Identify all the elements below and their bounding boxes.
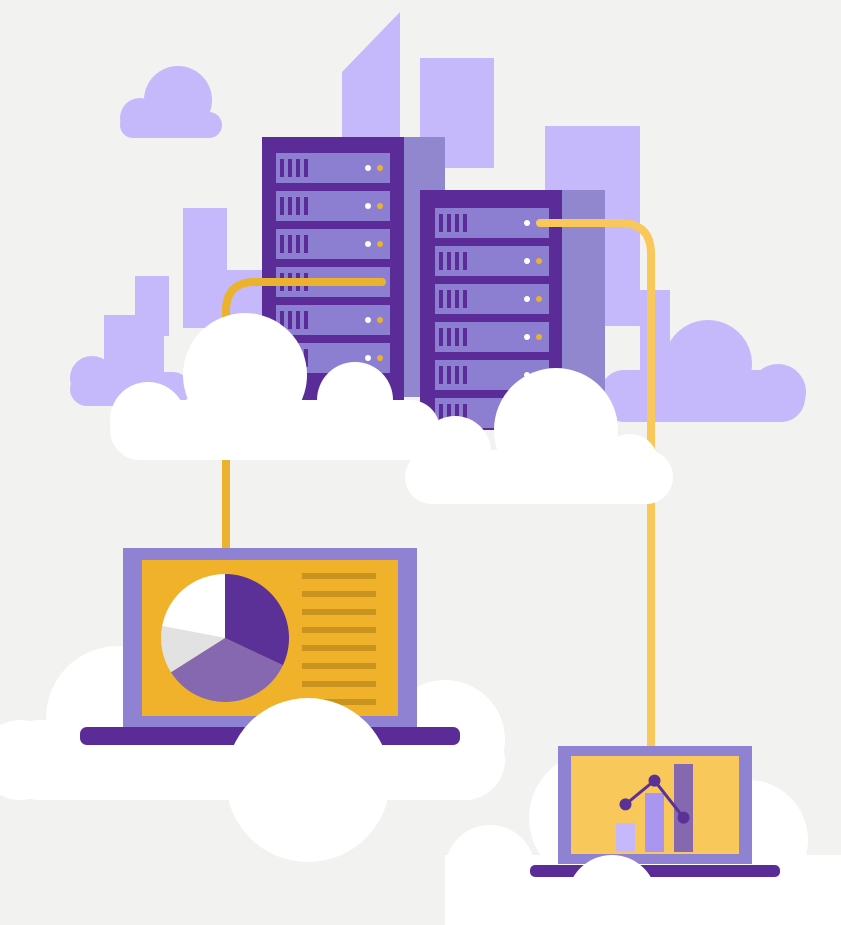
server-unit	[276, 229, 390, 259]
cloud-computing-illustration	[0, 0, 841, 925]
bar	[616, 822, 635, 852]
text-line	[302, 591, 376, 597]
text-line	[302, 681, 376, 687]
text-line	[302, 627, 376, 633]
bar	[645, 793, 664, 852]
server-unit	[276, 305, 390, 335]
tablet-bar-chart-icon	[530, 746, 780, 877]
pie-chart	[161, 574, 289, 702]
server-unit	[435, 208, 549, 238]
text-line	[302, 663, 376, 669]
text-line	[302, 645, 376, 651]
server-unit	[435, 284, 549, 314]
trend-point	[648, 774, 661, 787]
text-line	[302, 573, 376, 579]
server-unit	[276, 153, 390, 183]
server-unit	[276, 191, 390, 221]
text-line	[302, 609, 376, 615]
server-unit	[435, 322, 549, 352]
server-unit	[435, 246, 549, 276]
trend-point	[619, 798, 632, 811]
trend-point	[677, 811, 690, 824]
